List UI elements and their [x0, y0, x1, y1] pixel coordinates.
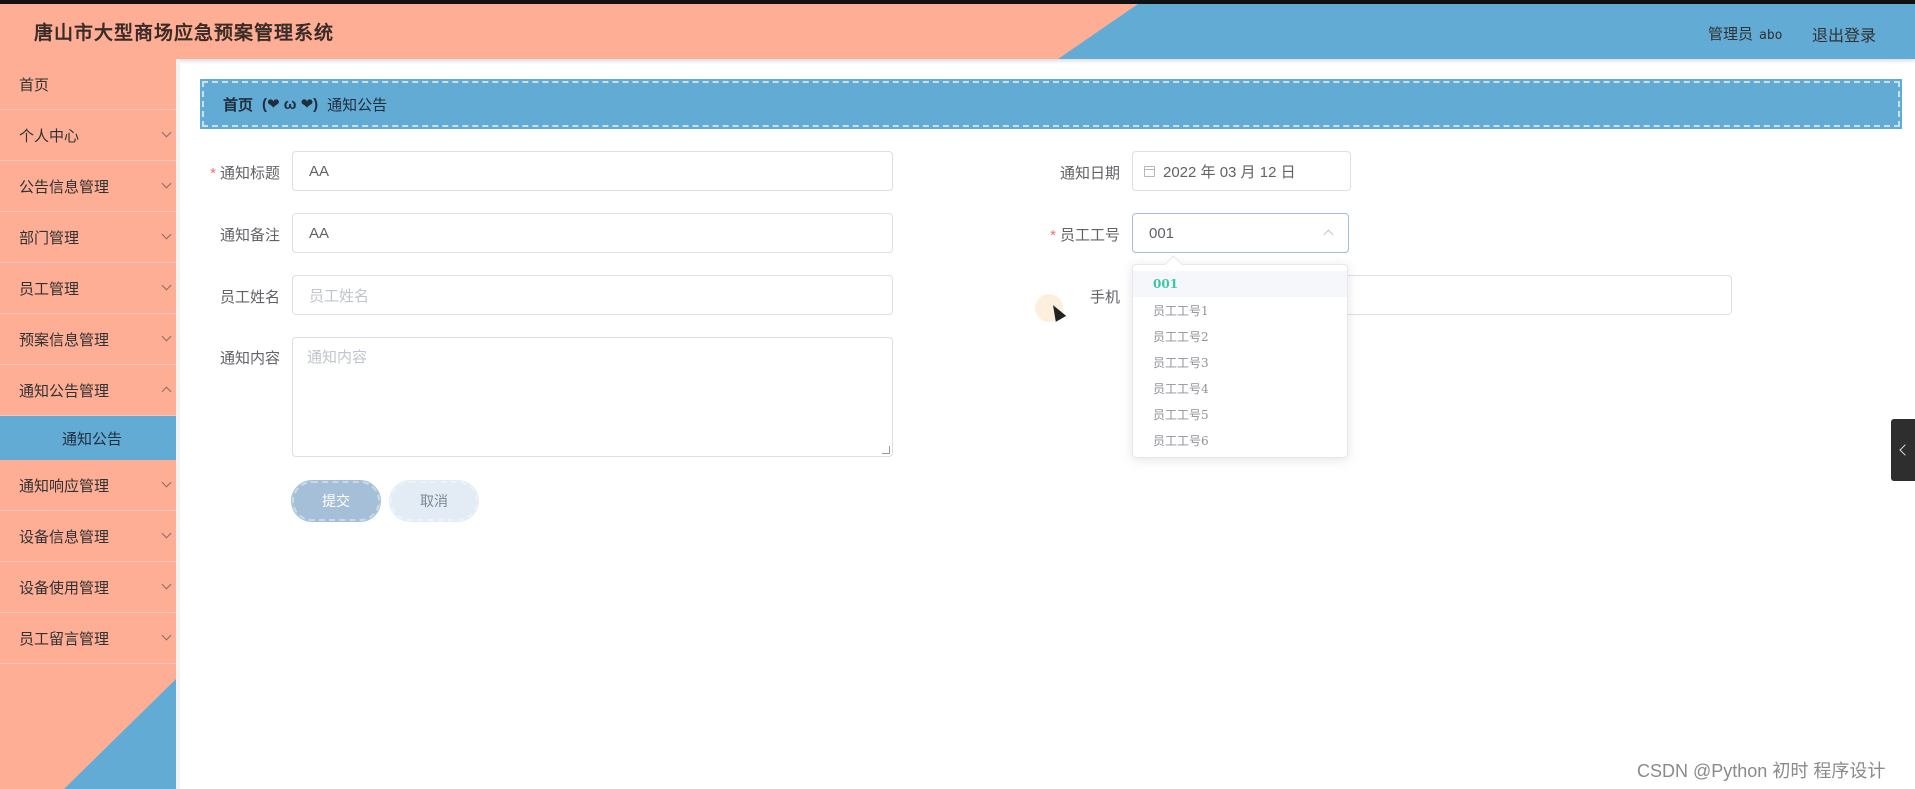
sidebar-item-label: 通知公告管理: [19, 382, 110, 400]
remark-label: 通知备注: [200, 224, 280, 245]
date-label: 通知日期: [1040, 162, 1120, 183]
chevron-down-icon: [161, 477, 172, 488]
admin-label: 管理员: [1708, 26, 1754, 43]
content-label-text: 通知内容: [219, 350, 280, 367]
content-placeholder: 通知内容: [307, 349, 368, 366]
cancel-button[interactable]: 取消: [389, 480, 479, 522]
calendar-icon: [1144, 165, 1155, 177]
dropdown-option[interactable]: 员工工号1: [1133, 297, 1347, 323]
date-value: 2022 年 03 月 12 日: [1163, 163, 1296, 181]
sidebar-item-label: 公告信息管理: [19, 178, 110, 196]
dropdown-option[interactable]: 员工工号3: [1133, 349, 1347, 375]
dropdown-option[interactable]: 001: [1133, 271, 1347, 297]
sidebar-item-announcement-info[interactable]: 公告信息管理: [0, 161, 176, 212]
sidebar-decoration: [64, 679, 176, 789]
sidebar-item-device-usage[interactable]: 设备使用管理: [0, 562, 176, 613]
name-input[interactable]: 员工姓名: [292, 275, 893, 315]
remark-input[interactable]: AA: [292, 213, 893, 253]
title-label-text: 通知标题: [219, 165, 280, 182]
sidebar-item-notice-management[interactable]: 通知公告管理: [0, 365, 176, 416]
date-label-text: 通知日期: [1059, 165, 1120, 182]
breadcrumb: 首页 (❤ ω ❤) 通知公告: [200, 79, 1902, 129]
breadcrumb-separator: (❤ ω ❤): [262, 96, 319, 113]
sidebar-item-label: 员工管理: [19, 280, 80, 298]
title-label: * 通知标题: [200, 162, 280, 183]
sidebar: 首页 个人中心 公告信息管理 部门管理 员工管理 预案信息管理 通知公告管理 通…: [0, 59, 176, 789]
sidebar-item-employee-message[interactable]: 员工留言管理: [0, 613, 176, 664]
app-header: 唐山市大型商场应急预案管理系统 管理员 abo 退出登录: [0, 4, 1915, 59]
sidebar-item-home[interactable]: 首页: [0, 59, 176, 110]
app-title: 唐山市大型商场应急预案管理系统: [34, 22, 335, 44]
empno-select[interactable]: 001: [1132, 213, 1349, 253]
resize-grip-icon[interactable]: [882, 446, 890, 454]
submit-button[interactable]: 提交: [291, 480, 381, 522]
content-label: 通知内容: [200, 347, 280, 368]
chevron-down-icon: [161, 579, 172, 590]
chevron-up-icon: [1323, 229, 1334, 240]
required-mark: *: [1050, 227, 1056, 244]
breadcrumb-current: 通知公告: [327, 96, 388, 114]
sidebar-item-label: 设备使用管理: [19, 579, 110, 597]
dropdown-option[interactable]: 员工工号2: [1133, 323, 1347, 349]
empno-value: 001: [1149, 224, 1175, 242]
sidebar-item-label: 个人中心: [19, 127, 80, 145]
side-panel-toggle[interactable]: [1891, 419, 1915, 481]
name-label: 员工姓名: [200, 286, 280, 307]
content-textarea[interactable]: 通知内容: [292, 337, 893, 457]
sidebar-item-device-info[interactable]: 设备信息管理: [0, 511, 176, 562]
sidebar-item-employee[interactable]: 员工管理: [0, 263, 176, 314]
date-picker[interactable]: 2022 年 03 月 12 日: [1132, 151, 1351, 191]
sidebar-item-label: 通知响应管理: [19, 477, 110, 495]
sidebar-subitem-notice[interactable]: 通知公告: [0, 416, 176, 460]
logout-link[interactable]: 退出登录: [1812, 22, 1876, 46]
empno-dropdown: 001 员工工号1 员工工号2 员工工号3 员工工号4 员工工号5 员工工号6: [1132, 264, 1348, 458]
required-mark: *: [210, 165, 216, 182]
chevron-down-icon: [161, 127, 172, 138]
dropdown-option[interactable]: 员工工号4: [1133, 375, 1347, 401]
sidebar-item-department[interactable]: 部门管理: [0, 212, 176, 263]
sidebar-item-notice-response[interactable]: 通知响应管理: [0, 460, 176, 511]
dropdown-option[interactable]: 员工工号6: [1133, 427, 1347, 453]
admin-info: 管理员 abo: [1708, 23, 1783, 44]
chevron-down-icon: [161, 331, 172, 342]
name-label-text: 员工姓名: [219, 289, 280, 306]
sidebar-item-label: 首页: [19, 76, 50, 94]
sidebar-item-plan-info[interactable]: 预案信息管理: [0, 314, 176, 365]
breadcrumb-home[interactable]: 首页: [223, 94, 253, 115]
sidebar-item-label: 部门管理: [19, 229, 80, 247]
chevron-up-icon: [161, 386, 172, 397]
remark-label-text: 通知备注: [219, 227, 280, 244]
chevron-down-icon: [161, 280, 172, 291]
admin-name: abo: [1759, 28, 1783, 43]
dropdown-option[interactable]: 员工工号5: [1133, 401, 1347, 427]
title-input[interactable]: AA: [292, 151, 893, 191]
empno-label: * 员工工号: [1040, 224, 1120, 245]
sidebar-edge: [176, 59, 180, 789]
sidebar-item-label: 设备信息管理: [19, 528, 110, 546]
sidebar-item-personal-center[interactable]: 个人中心: [0, 110, 176, 161]
chevron-down-icon: [161, 630, 172, 641]
sidebar-item-label: 员工留言管理: [19, 630, 110, 648]
chevron-down-icon: [161, 528, 172, 539]
remark-value: AA: [309, 224, 330, 242]
phone-label-text: 手机: [1089, 289, 1120, 306]
name-placeholder: 员工姓名: [309, 287, 370, 305]
sidebar-item-label: 预案信息管理: [19, 331, 110, 349]
chevron-down-icon: [161, 178, 172, 189]
chevron-down-icon: [161, 229, 172, 240]
watermark: CSDN @Python 初时 程序设计: [1637, 761, 1886, 781]
title-value: AA: [309, 162, 330, 180]
empno-label-text: 员工工号: [1059, 227, 1120, 244]
